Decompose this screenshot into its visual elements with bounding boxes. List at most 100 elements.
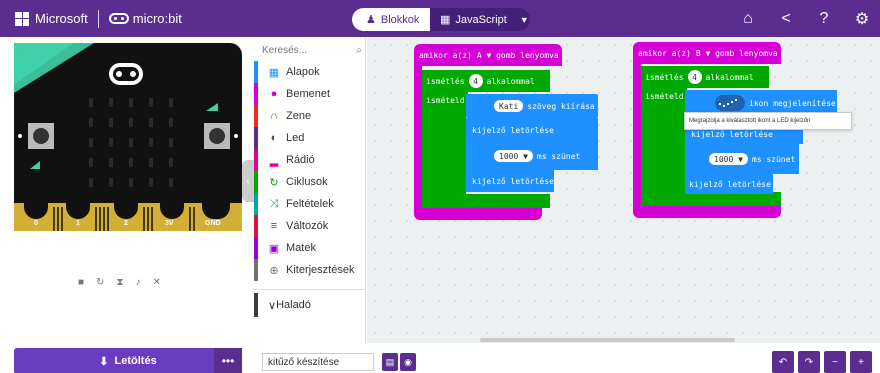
category-label: Alapok: [286, 66, 320, 78]
category-kiterjesztesek[interactable]: ⊕ Kiterjesztések: [254, 259, 366, 281]
category-label: Ciklusok: [286, 176, 328, 188]
repeat-block-foot: [422, 194, 550, 208]
category-feltetelek[interactable]: ⤨ Feltételek: [254, 193, 366, 215]
pause-dropdown[interactable]: 1000 ▼: [709, 153, 748, 165]
pause-block[interactable]: 1000 ▼ ms szünet: [685, 144, 799, 174]
string-input[interactable]: Kati: [494, 100, 524, 112]
category-label: Feltételek: [286, 198, 334, 210]
show-string-block[interactable]: Kati szöveg kiírása: [466, 94, 598, 118]
download-icon: ⬇: [99, 355, 109, 368]
download-button[interactable]: ⬇ Letöltés: [14, 348, 242, 373]
search-placeholder: Keresés...: [262, 44, 308, 56]
plus-circle-icon: ⊕: [269, 264, 279, 277]
block-text: gomb lenyomva: [496, 50, 559, 60]
chevron-down-icon[interactable]: ▼: [520, 15, 529, 25]
event-block-button-b[interactable]: amikor a(z) B ▼ gomb lenyomva: [633, 42, 781, 64]
repeat-block-foot: [641, 192, 781, 206]
category-label: Bemenet: [286, 88, 331, 100]
grid-icon: ▦: [268, 66, 280, 79]
repeat-count-input[interactable]: 4: [468, 74, 483, 88]
signal-icon: ▂: [269, 154, 279, 167]
microbit-board[interactable]: 0 1 2 3V GND: [14, 43, 242, 231]
microsoft-logo[interactable]: Microsoft: [15, 11, 88, 26]
category-color-bar: [254, 171, 258, 193]
category-color-bar: [254, 61, 258, 83]
collapse-simulator-button[interactable]: ‹: [242, 160, 254, 202]
zoom-out-icon[interactable]: −: [824, 351, 846, 373]
category-label: Zene: [286, 110, 312, 122]
undo-icon[interactable]: ↶: [772, 351, 794, 373]
home-icon[interactable]: ⌂: [740, 10, 756, 28]
header-divider: [97, 9, 99, 28]
pause-dropdown[interactable]: 1000 ▼: [494, 150, 533, 162]
microbit-label: micro:bit: [132, 11, 182, 26]
shuffle-icon: ⤨: [269, 197, 279, 210]
clear-screen-block[interactable]: kijelző letörlése: [466, 170, 554, 192]
headphones-icon: ∩: [270, 110, 278, 122]
slowmo-icon[interactable]: ⧗: [116, 277, 123, 288]
category-bemenet[interactable]: ● Bemenet: [254, 83, 366, 105]
category-valtozok[interactable]: ≡ Változók: [254, 215, 366, 237]
download-label: Letöltés: [114, 355, 157, 367]
category-color-bar: [254, 105, 258, 127]
category-color-bar: [254, 215, 258, 237]
clear-screen-block[interactable]: kijelző letörlése: [685, 174, 773, 194]
category-zene[interactable]: ∩ Zene: [254, 105, 366, 127]
search-icon[interactable]: ⌕: [356, 45, 362, 56]
clear-screen-block[interactable]: kijelző letörlése: [466, 118, 598, 142]
restart-icon[interactable]: ↻: [96, 277, 104, 288]
category-alapok[interactable]: ▦ Alapok: [254, 61, 366, 83]
repeat-block[interactable]: ismétlés 4 alkalommal: [641, 66, 769, 88]
button-dropdown[interactable]: B ▼: [696, 49, 710, 58]
workspace-scrollbar[interactable]: [480, 338, 735, 342]
event-block-button-a[interactable]: amikor a(z) A ▼ gomb lenyomva: [414, 44, 562, 66]
mute-icon[interactable]: ♪: [135, 277, 140, 288]
icon-picker[interactable]: [715, 95, 745, 111]
svg-text:GND: GND: [205, 220, 221, 227]
zoom-in-icon[interactable]: +: [850, 351, 872, 373]
block-text: kijelző letörlése: [472, 176, 554, 186]
download-more-button[interactable]: •••: [214, 348, 242, 373]
tab-blocks[interactable]: ♟ Blokkok: [352, 8, 430, 31]
stop-icon[interactable]: ■: [78, 277, 84, 288]
block-text: kijelző letörlése: [472, 125, 554, 135]
redo-icon[interactable]: ↷: [798, 351, 820, 373]
repeat-block[interactable]: ismétlés 4 alkalommal: [422, 70, 550, 92]
github-icon[interactable]: ◉: [400, 353, 416, 371]
category-radio[interactable]: ▂ Rádió: [254, 149, 366, 171]
lines-icon: ≡: [270, 220, 278, 232]
fullscreen-icon[interactable]: ✕: [152, 277, 160, 288]
category-halado[interactable]: ∨ Haladó: [254, 293, 366, 317]
block-text: kijelző letörlése: [691, 129, 773, 139]
repeat-block-body: [641, 104, 685, 196]
repeat-count-input[interactable]: 4: [687, 70, 702, 84]
search-input[interactable]: Keresés... ⌕: [262, 41, 362, 59]
pause-block[interactable]: 1000 ▼ ms szünet: [466, 142, 598, 170]
microbit-logo[interactable]: micro:bit: [108, 11, 182, 26]
bottom-bar: ⬇ Letöltés ••• kitűző készítése ▤ ◉ ↶ ↷ …: [0, 343, 880, 373]
button-dropdown[interactable]: A ▼: [477, 51, 491, 60]
toolbox-divider: [254, 289, 366, 290]
category-color-bar: [254, 259, 258, 281]
help-icon[interactable]: ?: [816, 10, 832, 28]
event-block-body: [414, 66, 422, 212]
block-text: ismétlés: [645, 72, 684, 82]
category-ciklusok[interactable]: ↻ Ciklusok: [254, 171, 366, 193]
block-text: ms szünet: [751, 154, 796, 164]
tab-javascript[interactable]: ▦ JavaScript ▼: [430, 8, 530, 31]
share-icon[interactable]: <: [778, 10, 794, 28]
event-block-body: [633, 64, 641, 210]
puzzle-icon: ♟: [366, 14, 376, 26]
header-actions: ⌂ < ? ⚙: [740, 0, 870, 37]
category-matek[interactable]: ▣ Matek: [254, 237, 366, 259]
block-text: ismételd: [426, 95, 465, 105]
svg-text:2: 2: [124, 220, 128, 227]
microsoft-icon: [15, 11, 29, 26]
save-icon[interactable]: ▤: [382, 353, 398, 371]
project-name-input[interactable]: kitűző készítése: [262, 353, 374, 371]
gear-icon[interactable]: ⚙: [854, 9, 870, 29]
category-label: Haladó: [276, 299, 311, 311]
category-led[interactable]: ◐ Led: [254, 127, 366, 149]
svg-text:0: 0: [34, 220, 38, 227]
category-label: Led: [286, 132, 305, 144]
